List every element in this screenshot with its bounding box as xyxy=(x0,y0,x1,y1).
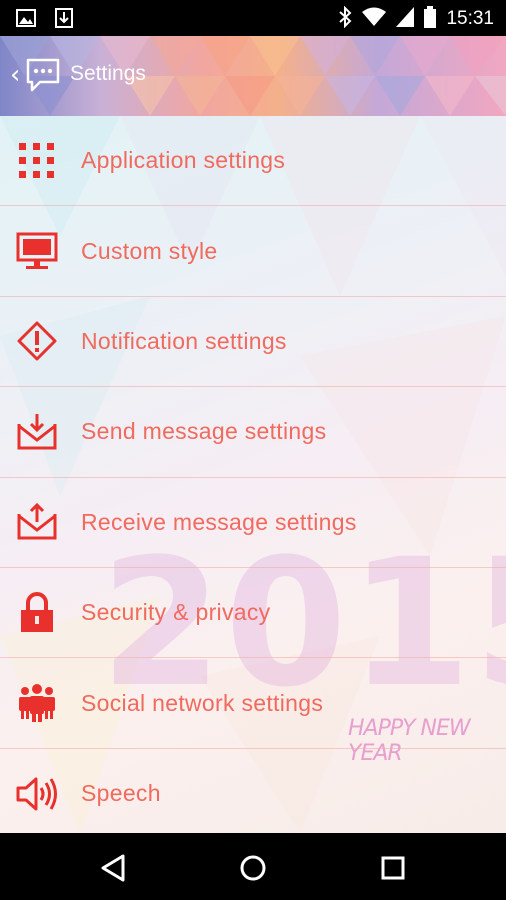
speaker-icon xyxy=(16,773,58,815)
menu-item-label: Send message settings xyxy=(81,418,327,445)
chat-bubble-icon[interactable] xyxy=(26,58,60,96)
people-icon xyxy=(16,682,58,724)
menu-item-label: Application settings xyxy=(81,147,286,174)
menu-item-label: Social network settings xyxy=(81,689,324,716)
menu-item-speech[interactable]: Speech xyxy=(0,749,506,833)
menu-item-security-privacy[interactable]: Security & privacy xyxy=(0,568,506,659)
menu-item-label: Receive message settings xyxy=(81,508,357,535)
lock-icon xyxy=(16,591,58,634)
system-nav-bar xyxy=(0,833,506,900)
bluetooth-icon xyxy=(338,5,352,32)
menu-item-social-network-settings[interactable]: Social network settings xyxy=(0,658,506,749)
settings-menu: Application settings Custom style Notifi… xyxy=(0,116,506,833)
menu-item-notification-settings[interactable]: Notification settings xyxy=(0,297,506,388)
grid-icon xyxy=(16,140,58,182)
recents-square-icon[interactable] xyxy=(376,851,410,885)
monitor-icon xyxy=(16,230,58,272)
menu-item-label: Notification settings xyxy=(81,327,287,354)
image-icon xyxy=(16,8,36,32)
inbox-download-icon xyxy=(16,411,58,453)
warning-diamond-icon xyxy=(16,320,58,362)
menu-item-custom-style[interactable]: Custom style xyxy=(0,206,506,297)
app-screen: 2015 HAPPY NEW YEAR ‹ xyxy=(0,36,506,833)
menu-item-label: Speech xyxy=(81,780,161,807)
menu-item-label: Security & privacy xyxy=(81,599,271,626)
menu-item-application-settings[interactable]: Application settings xyxy=(0,116,506,207)
home-circle-icon[interactable] xyxy=(236,851,270,885)
back-triangle-icon[interactable] xyxy=(96,851,130,885)
battery-icon xyxy=(424,6,437,32)
signal-icon xyxy=(396,7,415,31)
download-icon xyxy=(54,8,74,32)
envelope-upload-icon xyxy=(16,501,58,543)
wifi-icon xyxy=(362,7,387,31)
menu-item-receive-message-settings[interactable]: Receive message settings xyxy=(0,478,506,568)
menu-item-send-message-settings[interactable]: Send message settings xyxy=(0,387,506,478)
app-header: ‹ Settings xyxy=(0,36,506,116)
back-button[interactable]: ‹ xyxy=(10,60,20,90)
page-title: Settings xyxy=(70,62,146,85)
status-bar: 15:31 xyxy=(0,0,506,36)
status-time: 15:31 xyxy=(446,8,494,29)
menu-item-label: Custom style xyxy=(81,237,218,264)
